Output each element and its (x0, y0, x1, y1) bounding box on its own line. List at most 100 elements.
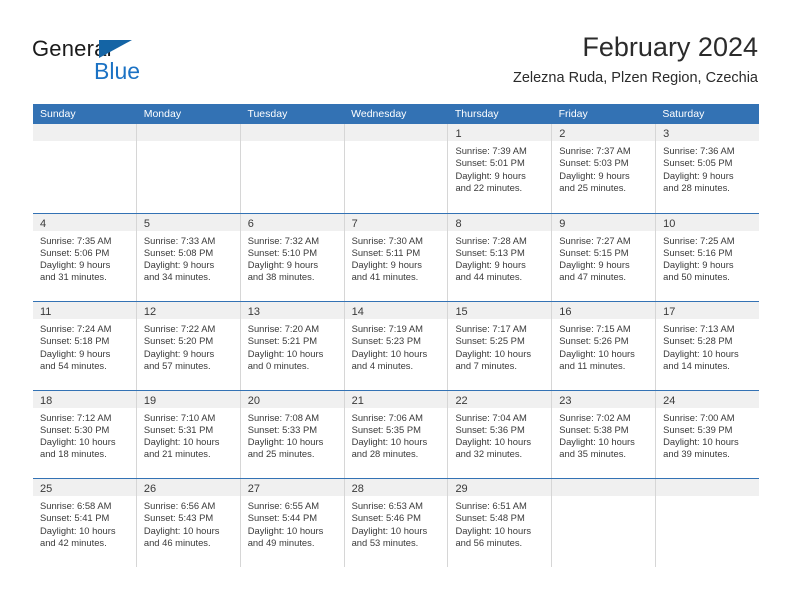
calendar-day-cell[interactable]: 3 Sunrise: 7:36 AM Sunset: 5:05 PM Daylight… (656, 124, 760, 213)
sunset-text: Sunset: 5:28 PM (663, 335, 733, 347)
day-detail-body: Sunrise: 7:20 AM Sunset: 5:21 PM Daylight:… (241, 319, 344, 372)
calendar-day-cell[interactable]: 26 Sunrise: 6:56 AM Sunset: 5:43 PM Dayligh… (136, 479, 241, 567)
calendar-day-cell[interactable]: 9 Sunrise: 7:27 AM Sunset: 5:15 PM Daylight… (552, 213, 657, 301)
calendar-day-cell[interactable]: 20 Sunrise: 7:08 AM Sunset: 5:33 PM Dayligh… (240, 390, 345, 478)
day-detail-body: Sunrise: 7:15 AM Sunset: 5:26 PM Daylight:… (552, 319, 655, 372)
calendar-day-cell[interactable]: 25 Sunrise: 6:58 AM Sunset: 5:41 PM Dayligh… (33, 479, 137, 567)
sunset-text: Sunset: 5:01 PM (455, 157, 525, 169)
day-detail-body (552, 496, 655, 500)
daylight-text-line1: Daylight: 10 hours (455, 436, 532, 448)
calendar-day-cell[interactable]: 28 Sunrise: 6:53 AM Sunset: 5:46 PM Dayligh… (344, 479, 449, 567)
daylight-text-line2: and 47 minutes. (559, 271, 627, 283)
calendar-day-cell[interactable]: 1 Sunrise: 7:39 AM Sunset: 5:01 PM Daylight… (448, 124, 553, 213)
calendar-day-cell[interactable]: 27 Sunrise: 6:55 AM Sunset: 5:44 PM Dayligh… (240, 479, 345, 567)
daylight-text-line2: and 35 minutes. (559, 448, 627, 460)
sunrise-text: Sunrise: 6:58 AM (40, 500, 112, 511)
calendar-day-cell[interactable]: 22 Sunrise: 7:04 AM Sunset: 5:36 PM Dayligh… (448, 390, 553, 478)
calendar-week-row: 18 Sunrise: 7:12 AM Sunset: 5:30 PM Dayligh… (33, 389, 760, 478)
day-number: 11 (40, 306, 52, 318)
sunrise-text: Sunrise: 7:00 AM (663, 411, 735, 423)
page-subtitle-location: Zelezna Ruda, Plzen Region, Czechia (512, 70, 758, 86)
day-number: 9 (559, 217, 566, 230)
daylight-text-line2: and 41 minutes. (351, 271, 419, 283)
calendar-day-cell[interactable]: 17 Sunrise: 7:13 AM Sunset: 5:28 PM Dayligh… (656, 302, 760, 390)
calendar-day-cell[interactable]: 24 Sunrise: 7:00 AM Sunset: 5:39 PM Dayligh… (656, 390, 760, 478)
day-number-strip: 22 (448, 390, 552, 408)
day-number-strip (552, 479, 656, 496)
day-detail-body: Sunrise: 7:25 AM Sunset: 5:16 PM Daylight:… (656, 231, 759, 284)
weekday-header-wednesday: Wednesday (351, 108, 407, 120)
calendar-day-cell[interactable]: 19 Sunrise: 7:10 AM Sunset: 5:31 PM Dayligh… (136, 390, 241, 478)
sunset-text: Sunset: 5:11 PM (351, 246, 421, 258)
sunset-text: Sunset: 5:38 PM (559, 423, 629, 435)
calendar-day-cell[interactable]: 21 Sunrise: 7:06 AM Sunset: 5:35 PM Dayligh… (344, 390, 449, 478)
calendar-day-cell[interactable]: 10 Sunrise: 7:25 AM Sunset: 5:16 PM Dayligh… (656, 213, 760, 301)
sunrise-text: Sunrise: 7:15 AM (559, 323, 631, 334)
daylight-text-line1: Daylight: 10 hours (663, 347, 739, 359)
day-number-strip: 15 (448, 302, 552, 319)
calendar-day-cell[interactable]: 12 Sunrise: 7:22 AM Sunset: 5:20 PM Dayligh… (136, 302, 241, 390)
day-number-strip: 26 (136, 479, 240, 496)
weekday-header-tuesday: Tuesday (247, 108, 288, 120)
calendar-day-cell[interactable]: 4 Sunrise: 7:35 AM Sunset: 5:06 PM Daylight… (33, 213, 137, 301)
calendar-day-cell[interactable]: 8 Sunrise: 7:28 AM Sunset: 5:13 PM Daylight… (448, 213, 553, 301)
day-number: 14 (351, 306, 364, 318)
day-detail-body: Sunrise: 7:37 AM Sunset: 5:03 PM Daylight:… (552, 141, 655, 194)
day-number-strip: 13 (240, 302, 344, 319)
calendar-day-cell-empty (552, 479, 657, 567)
calendar-day-cell[interactable]: 11 Sunrise: 7:24 AM Sunset: 5:18 PM Dayligh… (33, 302, 137, 390)
day-number-strip: 12 (136, 302, 240, 319)
day-number-strip (136, 124, 240, 141)
day-detail-body: Sunrise: 7:27 AM Sunset: 5:15 PM Daylight:… (552, 231, 655, 284)
sunset-text: Sunset: 5:08 PM (143, 246, 214, 258)
daylight-text-line2: and 25 minutes. (247, 448, 315, 460)
calendar-day-cell[interactable]: 18 Sunrise: 7:12 AM Sunset: 5:30 PM Dayligh… (33, 390, 137, 478)
sunrise-text: Sunrise: 7:02 AM (559, 411, 631, 423)
day-number-strip: 25 (33, 479, 136, 496)
calendar-weeks: 1 Sunrise: 7:39 AM Sunset: 5:01 PM Daylight… (33, 124, 760, 567)
day-detail-body: Sunrise: 7:04 AM Sunset: 5:36 PM Daylight:… (448, 408, 551, 461)
sunset-text: Sunset: 5:48 PM (455, 512, 525, 524)
sunrise-text: Sunrise: 7:06 AM (351, 411, 423, 423)
calendar-day-cell[interactable]: 7 Sunrise: 7:30 AM Sunset: 5:11 PM Daylight… (344, 213, 449, 301)
day-detail-body: Sunrise: 7:19 AM Sunset: 5:23 PM Daylight:… (345, 319, 448, 372)
day-detail-body: Sunrise: 7:22 AM Sunset: 5:20 PM Daylight:… (137, 319, 240, 372)
day-number-strip: 4 (33, 213, 136, 231)
daylight-text-line2: and 11 minutes. (559, 359, 626, 371)
sunrise-text: Sunrise: 7:08 AM (247, 411, 320, 423)
general-blue-logo[interactable]: General Blue (32, 36, 212, 88)
calendar-day-cell[interactable]: 13 Sunrise: 7:20 AM Sunset: 5:21 PM Dayligh… (240, 302, 345, 390)
day-number: 16 (559, 306, 572, 318)
daylight-text-line2: and 44 minutes. (455, 271, 523, 283)
daylight-text-line2: and 42 minutes. (40, 536, 107, 548)
daylight-text-line1: Daylight: 9 hours (351, 259, 422, 271)
sunrise-text: Sunrise: 7:13 AM (663, 323, 735, 334)
calendar-day-cell[interactable]: 2 Sunrise: 7:37 AM Sunset: 5:03 PM Daylight… (552, 124, 657, 213)
day-detail-body: Sunrise: 7:13 AM Sunset: 5:28 PM Daylight:… (656, 319, 759, 372)
daylight-text-line1: Daylight: 10 hours (351, 347, 428, 359)
daylight-text-line2: and 31 minutes. (40, 271, 107, 283)
calendar-day-cell[interactable]: 5 Sunrise: 7:33 AM Sunset: 5:08 PM Daylight… (136, 213, 241, 301)
calendar-day-cell[interactable]: 15 Sunrise: 7:17 AM Sunset: 5:25 PM Dayligh… (448, 302, 553, 390)
calendar-day-cell[interactable]: 29 Sunrise: 6:51 AM Sunset: 5:48 PM Dayligh… (448, 479, 553, 567)
day-number-strip: 7 (344, 213, 448, 231)
day-detail-body: Sunrise: 6:55 AM Sunset: 5:44 PM Daylight:… (241, 496, 344, 549)
day-detail-body: Sunrise: 7:24 AM Sunset: 5:18 PM Daylight:… (33, 319, 136, 372)
day-detail-body (137, 141, 240, 145)
day-detail-body: Sunrise: 6:56 AM Sunset: 5:43 PM Daylight:… (137, 496, 240, 549)
calendar-day-cell[interactable]: 23 Sunrise: 7:02 AM Sunset: 5:38 PM Dayligh… (552, 390, 657, 478)
calendar-day-cell[interactable]: 6 Sunrise: 7:32 AM Sunset: 5:10 PM Daylight… (240, 213, 345, 301)
day-number-strip: 6 (240, 213, 344, 231)
calendar-day-cell[interactable]: 16 Sunrise: 7:15 AM Sunset: 5:26 PM Dayligh… (552, 302, 657, 390)
sunrise-text: Sunrise: 7:35 AM (40, 234, 112, 246)
sunrise-text: Sunrise: 7:25 AM (663, 234, 735, 246)
sunrise-text: Sunrise: 7:27 AM (559, 234, 631, 246)
daylight-text-line1: Daylight: 10 hours (455, 347, 532, 359)
daylight-text-line1: Daylight: 9 hours (663, 259, 734, 271)
calendar-day-cell[interactable]: 14 Sunrise: 7:19 AM Sunset: 5:23 PM Dayligh… (344, 302, 449, 390)
daylight-text-line2: and 57 minutes. (143, 359, 211, 371)
daylight-text-line1: Daylight: 10 hours (247, 436, 324, 448)
daylight-text-line2: and 0 minutes. (247, 359, 310, 371)
day-number: 1 (455, 128, 462, 140)
day-number-strip: 14 (344, 302, 448, 319)
